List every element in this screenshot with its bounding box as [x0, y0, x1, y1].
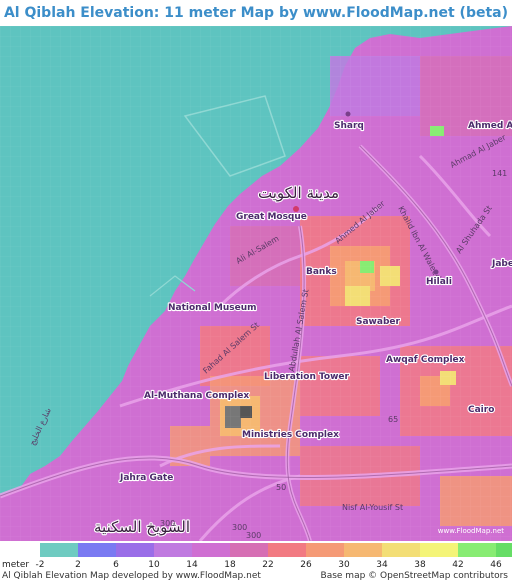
legend-swatch	[344, 543, 382, 557]
legend-unit: meter	[2, 560, 30, 570]
legend-swatch	[154, 543, 192, 557]
label-ahmed-al: Ahmed Al	[468, 121, 512, 131]
label-national-museum: National Museum	[168, 303, 256, 313]
map-title: Al Qiblah Elevation: 11 meter Map by www…	[0, 0, 512, 26]
legend-swatch	[382, 543, 420, 557]
legend-swatch	[306, 543, 344, 557]
label-road-50: 50	[276, 483, 286, 492]
elevation-map[interactable]: Sharq Ahmed Al Ahmad Al Jaber 141 مدينة …	[0, 26, 512, 541]
legend-swatch	[268, 543, 306, 557]
label-awqaf-complex: Awqaf Complex	[386, 355, 465, 365]
legend-swatch	[420, 543, 458, 557]
label-road-141: 141	[492, 169, 507, 178]
legend-tick: -2	[35, 560, 45, 570]
legend-swatch	[496, 543, 512, 557]
legend-tick: 46	[490, 560, 502, 570]
credit-right[interactable]: Base map © OpenStreetMap contributors	[321, 571, 508, 581]
legend-tick: 34	[376, 560, 388, 570]
marker-sharq[interactable]	[345, 111, 351, 117]
legend-tick: 26	[300, 560, 312, 570]
marker-great-mosque[interactable]	[293, 206, 299, 212]
label-road-300a: 300	[160, 519, 175, 528]
legend-tick: 10	[148, 560, 160, 570]
legend-tick: 2	[75, 560, 81, 570]
label-jabe: Jabe	[491, 259, 512, 269]
credit-left[interactable]: Al Qiblah Elevation Map developed by www…	[2, 571, 261, 581]
label-sawaber: Sawaber	[356, 317, 400, 327]
elevation-legend: meter -2 2 6 10 14 18 22 26 30 34 38 42 46 Al Qiblah…	[0, 541, 512, 582]
label-nisf-al-yousif: Nisf Al-Yousif St	[342, 503, 403, 512]
legend-swatch	[230, 543, 268, 557]
label-shuwaikh-ar: الشويخ السكنية	[94, 518, 190, 536]
marker-hilali[interactable]	[433, 269, 439, 275]
label-liberation-tower: Liberation Tower	[264, 372, 350, 382]
legend-tick: 38	[414, 560, 426, 570]
legend-tick: 42	[452, 560, 464, 570]
legend-swatch	[116, 543, 154, 557]
label-sharq: Sharq	[334, 121, 364, 131]
label-jahra-gate: Jahra Gate	[119, 473, 173, 483]
legend-swatch	[192, 543, 230, 557]
legend-tick: 14	[186, 560, 198, 570]
label-great-mosque: Great Mosque	[236, 212, 307, 222]
label-road-300c: 300	[246, 531, 261, 540]
label-ministries-complex: Ministries Complex	[242, 430, 339, 440]
legend-tick: 22	[262, 560, 274, 570]
label-al-muthana-complex: Al-Muthana Complex	[144, 391, 249, 401]
legend-tick: 18	[224, 560, 236, 570]
label-banks: Banks	[306, 267, 337, 277]
label-cairo: Cairo	[468, 405, 494, 415]
legend-swatch	[40, 543, 78, 557]
label-road-65: 65	[388, 415, 398, 424]
legend-tick: 30	[338, 560, 350, 570]
label-hilali: Hilali	[426, 277, 452, 287]
label-kuwait-city-ar: مدينة الكويت	[258, 184, 339, 202]
legend-swatch	[78, 543, 116, 557]
label-road-300b: 300	[232, 523, 247, 532]
legend-swatch	[458, 543, 496, 557]
floodmap-logo: www.FloodMap.net	[437, 527, 504, 535]
legend-tick: 6	[113, 560, 119, 570]
